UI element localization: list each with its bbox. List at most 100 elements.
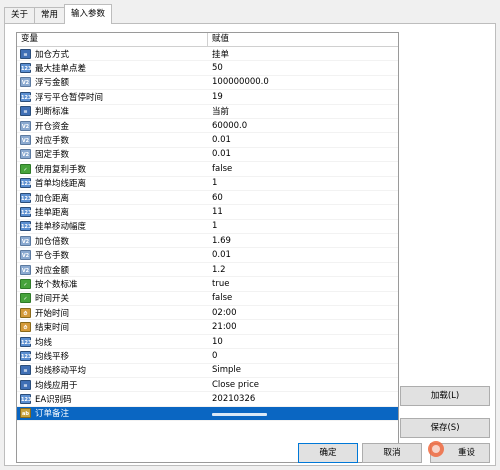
parameter-name-cell[interactable]: ≡ 均线应用于 [17,379,208,391]
parameter-value-cell[interactable]: 0.01 [208,149,398,159]
parameter-value[interactable]: 0.01 [212,149,231,159]
parameter-name-cell[interactable]: ⏱ 结束时间 [17,321,208,333]
parameter-row[interactable]: ✓ 使用复利手数 false [17,162,398,177]
parameter-name-cell[interactable]: 123 加仓距离 [17,192,208,204]
parameter-value-cell[interactable]: 11 [208,207,398,217]
parameter-value-cell[interactable]: 1 [208,178,398,188]
parameter-value[interactable]: 1.69 [212,236,231,246]
parameter-value-cell[interactable]: 50 [208,63,398,73]
parameter-row[interactable]: V2 浮亏金额 100000000.0 [17,76,398,91]
save-button[interactable]: 保存(S) [400,418,490,438]
parameter-row[interactable]: V2 对应手数 0.01 [17,133,398,148]
parameter-value-cell[interactable]: 21:00 [208,322,398,332]
parameter-row[interactable]: V2 开仓资金 60000.0 [17,119,398,134]
parameter-value[interactable]: 10 [212,337,223,347]
parameter-row[interactable]: ✓ 按个数标准 true [17,277,398,292]
parameter-row[interactable]: 123 首单均线距离 1 [17,177,398,191]
parameter-row[interactable]: 123 均线平移 0 [17,349,398,364]
parameter-name-cell[interactable]: ✓ 时间开关 [17,292,208,304]
parameter-value[interactable]: Close price [212,380,259,390]
tab-inputs[interactable]: 输入参数 [64,4,113,24]
parameter-value-cell[interactable]: 0 [208,351,398,361]
parameter-name-cell[interactable]: V2 对应手数 [17,134,208,146]
parameter-row[interactable]: ≡ 均线移动平均 Simple [17,364,398,378]
parameter-name-cell[interactable]: ≡ 判断标准 [17,105,208,117]
parameter-row[interactable]: V2 对应金额 1.2 [17,263,398,278]
parameter-name-cell[interactable]: V2 对应金额 [17,264,208,276]
parameter-row[interactable]: V2 固定手数 0.01 [17,148,398,163]
parameter-value[interactable]: 02:00 [212,308,237,318]
parameter-value[interactable]: 50 [212,63,223,73]
parameter-name-cell[interactable]: 123 均线 [17,336,208,348]
parameter-value[interactable]: 0.01 [212,135,231,145]
parameter-value-cell[interactable]: false [208,293,398,303]
ok-button[interactable]: 确定 [298,443,358,463]
parameter-row[interactable]: 123 最大挂单点差 50 [17,61,398,76]
parameter-value-cell[interactable]: 60000.0 [208,121,398,131]
parameter-value[interactable]: 1 [212,221,217,231]
parameter-row[interactable]: 123 浮亏平仓暂停时间 19 [17,90,398,105]
parameter-row[interactable]: V2 平仓手数 0.01 [17,248,398,263]
parameter-value-cell[interactable]: 20210326 [208,394,398,404]
parameter-value[interactable]: 100000000.0 [212,77,269,87]
parameter-row[interactable]: ≡ 均线应用于 Close price [17,378,398,393]
parameter-value[interactable]: 挂单 [212,50,229,60]
parameter-row[interactable]: 123 均线 10 [17,335,398,350]
parameter-value[interactable]: 11 [212,207,223,217]
parameter-value-cell[interactable] [208,408,398,419]
parameter-row[interactable]: V2 加仓倍数 1.69 [17,234,398,249]
parameter-value-cell[interactable]: 1.2 [208,265,398,275]
parameter-row[interactable]: 123 EA识别码 20210326 [17,392,398,407]
parameter-value[interactable]: 1 [212,178,217,188]
load-button[interactable]: 加载(L) [400,386,490,406]
parameter-name-cell[interactable]: 123 首单均线距离 [17,177,208,189]
parameter-name-cell[interactable]: V2 平仓手数 [17,249,208,261]
parameter-name-cell[interactable]: 123 最大挂单点差 [17,62,208,74]
parameter-name-cell[interactable]: 123 挂单移动幅度 [17,220,208,232]
parameter-value[interactable]: 20210326 [212,394,255,404]
parameter-value[interactable]: true [212,279,229,289]
parameter-name-cell[interactable]: V2 浮亏金额 [17,76,208,88]
parameter-name-cell[interactable]: 123 均线平移 [17,350,208,362]
parameter-value-cell[interactable]: 10 [208,337,398,347]
parameter-row[interactable]: 123 挂单移动幅度 1 [17,220,398,235]
parameter-value[interactable]: 60 [212,193,223,203]
column-header-variable[interactable]: 变量 [17,33,208,46]
parameter-row[interactable]: ab 订单备注 [17,406,398,422]
parameter-grid[interactable]: 变量 赋值 ≡ 加仓方式 挂单 123 最大挂单点差 50 V2 浮亏金额 100000000.… [16,32,399,463]
parameter-value[interactable]: false [212,293,232,303]
parameter-name-cell[interactable]: V2 固定手数 [17,148,208,160]
parameter-value-cell[interactable]: 100000000.0 [208,77,398,87]
parameter-value[interactable]: 19 [212,92,223,102]
parameter-value-cell[interactable]: 0.01 [208,250,398,260]
parameter-row[interactable]: ≡ 加仓方式 挂单 [17,47,398,62]
parameter-row[interactable]: 123 加仓距离 60 [17,191,398,206]
parameter-row[interactable]: ✓ 时间开关 false [17,292,398,307]
parameter-name-cell[interactable]: ≡ 均线移动平均 [17,364,208,376]
parameter-value-cell[interactable]: 当前 [208,105,398,117]
parameter-value-cell[interactable]: Close price [208,380,398,390]
parameter-value-cell[interactable]: 02:00 [208,308,398,318]
column-header-value[interactable]: 赋值 [208,33,229,46]
parameter-value[interactable]: Simple [212,365,241,375]
parameter-value[interactable]: 1.2 [212,265,226,275]
parameter-name-cell[interactable]: ab 订单备注 [17,407,208,419]
parameter-value[interactable]: 60000.0 [212,121,247,131]
parameter-name-cell[interactable]: ≡ 加仓方式 [17,48,208,60]
parameter-name-cell[interactable]: ✓ 使用复利手数 [17,163,208,175]
parameter-name-cell[interactable]: ✓ 按个数标准 [17,278,208,290]
parameter-row[interactable]: 123 挂单距离 11 [17,205,398,220]
parameter-name-cell[interactable]: 123 挂单距离 [17,206,208,218]
cancel-button[interactable]: 取消 [362,443,422,463]
parameter-row[interactable]: ⏱ 开始时间 02:00 [17,306,398,321]
parameter-value[interactable]: 21:00 [212,322,237,332]
parameter-value-cell[interactable]: false [208,164,398,174]
parameter-name-cell[interactable]: 123 EA识别码 [17,393,208,405]
parameter-value[interactable]: 0.01 [212,250,231,260]
tab-about[interactable]: 关于 [4,7,36,24]
parameter-name-cell[interactable]: V2 加仓倍数 [17,235,208,247]
parameter-value[interactable]: false [212,164,232,174]
parameter-value-cell[interactable]: Simple [208,365,398,375]
parameter-value-cell[interactable]: 挂单 [208,48,398,60]
parameter-value-cell[interactable]: 60 [208,193,398,203]
